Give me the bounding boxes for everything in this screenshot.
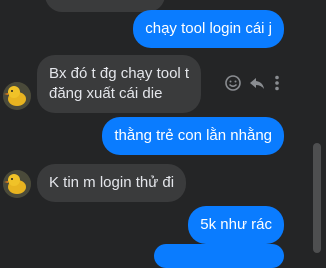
message-bubble-outgoing-partial[interactable] [154, 244, 284, 268]
message-text: thằng trẻ con lằn nhằng [114, 127, 272, 144]
message-bubble-incoming[interactable]: K tin m login thử đi [37, 164, 187, 202]
reply-icon[interactable] [248, 74, 266, 92]
message-line: Bx đó t đg chạy tool t [49, 65, 190, 82]
smile-icon[interactable] [224, 74, 242, 92]
message-actions [224, 74, 280, 92]
message-text: 5k như rác [200, 216, 272, 233]
avatar-duck-icon [3, 82, 31, 110]
more-vertical-icon[interactable] [274, 74, 280, 92]
avatar[interactable] [3, 82, 31, 110]
message-text: K tin m login thử đi [49, 174, 175, 191]
message-line: đăng xuất cái die [49, 85, 163, 102]
message-bubble-outgoing[interactable]: chạy tool login cái j [133, 10, 284, 48]
message-bubble-outgoing[interactable]: 5k như rác [188, 206, 284, 244]
message-bubble-incoming[interactable]: Bx đó t đg chạy tool t đăng xuất cái die [37, 55, 202, 113]
message-bubble-outgoing[interactable]: thằng trẻ con lằn nhằng [102, 117, 284, 155]
avatar-duck-icon [3, 170, 31, 198]
avatar[interactable] [3, 170, 31, 198]
message-text: chạy tool login cái j [145, 20, 272, 37]
scrollbar-thumb[interactable] [313, 143, 321, 253]
